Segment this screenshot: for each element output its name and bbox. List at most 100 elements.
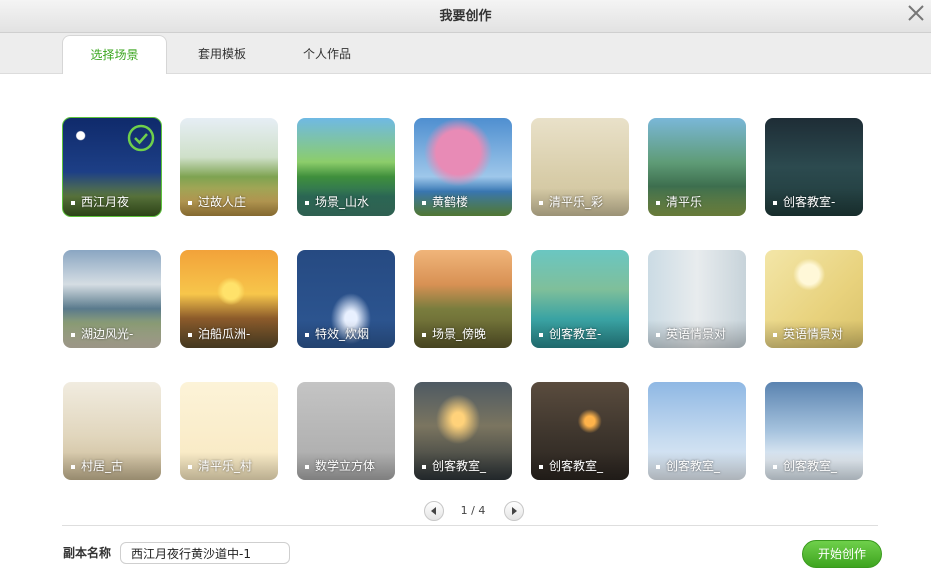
bullet-icon	[773, 464, 777, 469]
scene-tile[interactable]: 黄鹤楼	[414, 118, 512, 216]
scene-label-text: 创客教室_	[666, 459, 721, 473]
scene-label: 过故人庄	[180, 188, 278, 216]
scene-tile[interactable]: 场景_山水	[297, 118, 395, 216]
scene-label: 创客教室_	[531, 452, 629, 480]
bullet-icon	[305, 464, 309, 469]
scene-label: 创客教室_	[414, 452, 512, 480]
scene-label-text: 创客教室_	[432, 459, 487, 473]
tab-select-scene[interactable]: 选择场景	[62, 35, 167, 75]
scene-label: 数学立方体	[297, 452, 395, 480]
scene-label-text: 英语情景对	[783, 327, 844, 341]
scene-tile[interactable]: 清平乐	[648, 118, 746, 216]
scene-tile[interactable]: 创客教室-	[531, 250, 629, 348]
scene-label: 场景_山水	[297, 188, 395, 216]
scene-label: 湖边风光-	[63, 320, 161, 348]
scene-panel: 西江月夜 过故人庄 场景_山水 黄鹤楼 清平乐_彩 清平乐 创客教室- 湖边风光- 泊船瓜洲- 特…	[0, 74, 931, 581]
bullet-icon	[656, 332, 660, 337]
scene-label-text: 数学立方体	[315, 459, 376, 473]
bullet-icon	[71, 332, 75, 337]
bullet-icon	[539, 332, 543, 337]
scene-tile[interactable]: 英语情景对	[648, 250, 746, 348]
scene-tile[interactable]: 西江月夜	[62, 117, 162, 217]
bullet-icon	[656, 464, 660, 469]
scene-label: 英语情景对	[648, 320, 746, 348]
scene-label: 创客教室_	[765, 452, 863, 480]
scene-label-text: 场景_山水	[315, 195, 370, 209]
scene-tile[interactable]: 场景_傍晚	[414, 250, 512, 348]
close-button[interactable]	[905, 2, 927, 24]
bullet-icon	[422, 200, 426, 205]
close-icon	[908, 5, 924, 21]
scene-tile[interactable]: 创客教室_	[531, 382, 629, 480]
bullet-icon	[773, 332, 777, 337]
scene-tile[interactable]: 创客教室_	[648, 382, 746, 480]
tab-template[interactable]: 套用模板	[178, 35, 266, 75]
prev-page-button[interactable]	[424, 501, 444, 521]
scene-label-text: 湖边风光-	[81, 327, 134, 341]
scene-tile[interactable]: 清平乐_村	[180, 382, 278, 480]
bullet-icon	[188, 332, 192, 337]
start-create-button[interactable]: 开始创作	[802, 540, 882, 568]
scene-label-text: 清平乐	[666, 195, 703, 209]
page-indicator: 1 / 4	[460, 504, 486, 517]
bullet-icon	[773, 200, 777, 205]
scene-tile[interactable]: 创客教室_	[765, 382, 863, 480]
bullet-icon	[656, 200, 660, 205]
tab-my-works[interactable]: 个人作品	[283, 35, 371, 75]
scene-label-text: 泊船瓜洲-	[198, 327, 251, 341]
chevron-right-icon	[512, 507, 517, 515]
scene-label-text: 创客教室-	[549, 327, 602, 341]
copy-name-label: 副本名称	[63, 546, 112, 560]
scene-label-text: 场景_傍晚	[432, 327, 487, 341]
tab-bar: 选择场景 套用模板 个人作品	[0, 33, 931, 75]
divider	[62, 525, 878, 526]
scene-label-text: 清平乐_彩	[549, 195, 604, 209]
scene-label-text: 创客教室_	[783, 459, 838, 473]
scene-label-text: 英语情景对	[666, 327, 727, 341]
next-page-button[interactable]	[504, 501, 524, 521]
scene-label: 村居_古	[63, 452, 161, 480]
scene-label: 创客教室-	[765, 188, 863, 216]
scene-tile[interactable]: 清平乐_彩	[531, 118, 629, 216]
scene-tile[interactable]: 泊船瓜洲-	[180, 250, 278, 348]
bullet-icon	[71, 200, 75, 205]
scene-tile[interactable]: 村居_古	[63, 382, 161, 480]
chevron-left-icon	[431, 507, 436, 515]
bullet-icon	[305, 332, 309, 337]
scene-tile[interactable]: 过故人庄	[180, 118, 278, 216]
scene-label: 泊船瓜洲-	[180, 320, 278, 348]
scene-label: 创客教室_	[648, 452, 746, 480]
bullet-icon	[422, 332, 426, 337]
bullet-icon	[539, 200, 543, 205]
window-title: 我要创作	[439, 9, 492, 24]
scene-label-text: 西江月夜	[81, 195, 130, 209]
scene-label: 场景_傍晚	[414, 320, 512, 348]
scene-label-text: 黄鹤楼	[432, 195, 469, 209]
scene-tile[interactable]: 数学立方体	[297, 382, 395, 480]
bullet-icon	[422, 464, 426, 469]
scene-label: 清平乐_彩	[531, 188, 629, 216]
scene-tile[interactable]: 特效_炊烟	[297, 250, 395, 348]
bullet-icon	[305, 200, 309, 205]
scene-label-text: 创客教室-	[783, 195, 836, 209]
scene-label-text: 清平乐_村	[198, 459, 253, 473]
scene-tile[interactable]: 创客教室-	[765, 118, 863, 216]
scene-label: 创客教室-	[531, 320, 629, 348]
scene-label: 特效_炊烟	[297, 320, 395, 348]
scene-tile[interactable]: 创客教室_	[414, 382, 512, 480]
scene-label: 西江月夜	[63, 188, 161, 216]
copy-name-input[interactable]	[120, 542, 290, 564]
scene-tile[interactable]: 英语情景对	[765, 250, 863, 348]
scene-label-text: 村居_古	[81, 459, 124, 473]
scene-label-text: 过故人庄	[198, 195, 247, 209]
bullet-icon	[71, 464, 75, 469]
bullet-icon	[539, 464, 543, 469]
scene-label: 英语情景对	[765, 320, 863, 348]
scene-label: 清平乐	[648, 188, 746, 216]
scene-tile[interactable]: 湖边风光-	[63, 250, 161, 348]
scene-label: 黄鹤楼	[414, 188, 512, 216]
bullet-icon	[188, 464, 192, 469]
scene-label-text: 特效_炊烟	[315, 327, 370, 341]
scene-label: 清平乐_村	[180, 452, 278, 480]
pagination: 1 / 4	[0, 501, 931, 523]
